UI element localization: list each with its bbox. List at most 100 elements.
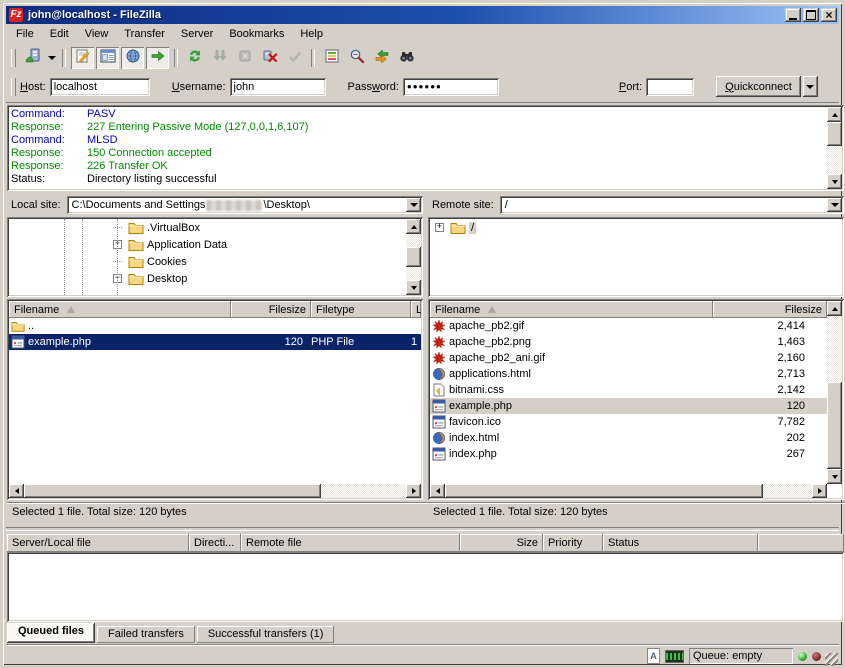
folder-icon	[128, 255, 144, 268]
menu-item-view[interactable]: View	[77, 26, 117, 42]
redacted-username	[206, 200, 262, 211]
filter-button[interactable]	[320, 47, 343, 69]
port-input[interactable]	[646, 78, 694, 96]
file-row[interactable]: example.php120	[430, 398, 827, 414]
remote-site-combobox[interactable]: /	[500, 196, 844, 214]
php-file-icon	[11, 335, 25, 349]
file-row[interactable]: index.php267	[430, 446, 827, 462]
sort-ascending-icon	[488, 306, 496, 313]
file-name: example.php	[28, 336, 91, 348]
tab-successful-transfers-[interactable]: Successful transfers (1)	[197, 626, 335, 643]
html-file-icon	[432, 367, 446, 381]
disconnect-button[interactable]	[258, 47, 281, 69]
menu-item-server[interactable]: Server	[173, 26, 221, 42]
remote-directory-tree: + /	[428, 217, 844, 297]
username-input[interactable]	[230, 78, 326, 96]
close-button[interactable]: ×	[821, 8, 837, 22]
php-file-icon	[432, 399, 446, 413]
remote-list-hscrollbar[interactable]	[430, 484, 827, 498]
local-file-list: Filename FilesizeFiletypeL ..example.php1…	[7, 299, 423, 500]
local-tree-scrollbar[interactable]	[406, 219, 421, 295]
tree-item-root[interactable]: + /	[430, 219, 842, 236]
menu-item-help[interactable]: Help	[292, 26, 331, 42]
quickconnect-dropdown-button[interactable]	[803, 76, 818, 97]
queue-column-directi-[interactable]: Directi...	[189, 534, 241, 552]
tree-item[interactable]: −Desktop	[9, 270, 421, 287]
queue-column-label: Server/Local file	[12, 537, 91, 549]
quickconnect-button[interactable]: Quickconnect	[716, 76, 801, 97]
local-site-combobox[interactable]: C:\Documents and Settings\Desktop\	[67, 196, 423, 214]
column-header-filename[interactable]: Filename	[430, 301, 713, 318]
file-row[interactable]: apache_pb2.png1,463	[430, 334, 827, 350]
remote-site-dropdown-icon[interactable]	[827, 198, 842, 212]
tree-item[interactable]: .VirtualBox	[9, 219, 421, 236]
tab-queued-files[interactable]: Queued files	[7, 623, 95, 643]
message-log-scrollbar[interactable]	[827, 107, 842, 189]
queue-column-priority[interactable]: Priority	[543, 534, 603, 552]
queue-column-server-local-file[interactable]: Server/Local file	[7, 534, 189, 552]
queue-column-remote-file[interactable]: Remote file	[241, 534, 460, 552]
menu-item-bookmarks[interactable]: Bookmarks	[221, 26, 292, 42]
directory-comparison-button[interactable]	[345, 47, 368, 69]
queue-column-label: Status	[608, 537, 639, 549]
reconnect-button[interactable]	[283, 47, 306, 69]
file-name: example.php	[449, 400, 512, 412]
file-row[interactable]: example.php120PHP File1	[9, 334, 421, 350]
queue-column-status[interactable]: Status	[603, 534, 758, 552]
tree-item[interactable]: +Application Data	[9, 236, 421, 253]
file-row[interactable]: applications.html2,713	[430, 366, 827, 382]
file-name: applications.html	[449, 368, 531, 380]
cancel-operation-button[interactable]	[233, 47, 256, 69]
file-row[interactable]: apache_pb2_ani.gif2,160	[430, 350, 827, 366]
encryption-status-icon	[665, 650, 684, 663]
toggle-message-log-icon	[75, 48, 91, 67]
column-header-filesize[interactable]: Filesize	[231, 301, 311, 318]
file-row[interactable]: bitnami.css2,142	[430, 382, 827, 398]
file-name-cell: index.php	[430, 447, 713, 461]
remote-list-vscrollbar[interactable]	[827, 301, 842, 484]
toggle-transfer-queue-button[interactable]	[146, 47, 169, 69]
process-queue-button[interactable]	[208, 47, 231, 69]
menu-item-file[interactable]: File	[8, 26, 42, 42]
tree-item-label: .VirtualBox	[147, 222, 200, 234]
local-site-dropdown-icon[interactable]	[406, 198, 421, 212]
site-manager-dropdown-button[interactable]	[45, 47, 58, 69]
column-header-filesize[interactable]: Filesize	[713, 301, 827, 318]
column-header-l[interactable]: L	[411, 301, 421, 318]
column-header-filetype[interactable]: Filetype	[311, 301, 411, 318]
site-manager-button[interactable]	[21, 47, 44, 69]
expander-icon[interactable]: +	[435, 223, 444, 232]
tree-item[interactable]: Cookies	[9, 253, 421, 270]
file-name: index.html	[449, 432, 499, 444]
queue-status-field: Queue: empty	[689, 648, 793, 664]
queue-column-size[interactable]: Size	[460, 534, 543, 552]
toggle-local-tree-button[interactable]	[96, 47, 119, 69]
toolbar-grip[interactable]	[11, 49, 16, 67]
quickconnect-grip[interactable]	[11, 78, 16, 96]
password-input[interactable]	[403, 78, 499, 96]
minimize-button[interactable]	[785, 8, 801, 22]
file-row[interactable]: ..	[9, 318, 421, 334]
file-name-cell: ..	[9, 319, 231, 333]
log-line-type: Command:	[11, 108, 87, 121]
resize-grip[interactable]	[825, 653, 838, 666]
tab-failed-transfers[interactable]: Failed transfers	[97, 626, 195, 643]
queue-column-blank[interactable]	[758, 534, 844, 552]
file-row[interactable]: apache_pb2.gif2,414	[430, 318, 827, 334]
sync-browsing-button[interactable]	[370, 47, 393, 69]
column-header-filename[interactable]: Filename	[9, 301, 231, 318]
find-files-button[interactable]	[395, 47, 418, 69]
toggle-remote-tree-button[interactable]	[121, 47, 144, 69]
menu-item-edit[interactable]: Edit	[42, 26, 77, 42]
maximize-button[interactable]	[803, 8, 819, 22]
column-header-label: Filename	[14, 304, 59, 316]
toggle-local-tree-icon	[100, 48, 116, 67]
refresh-button[interactable]	[183, 47, 206, 69]
menu-item-transfer[interactable]: Transfer	[116, 26, 173, 42]
toggle-message-log-button[interactable]	[71, 47, 94, 69]
tree-lead: +	[113, 240, 126, 249]
host-input[interactable]	[50, 78, 150, 96]
file-row[interactable]: favicon.ico7,782	[430, 414, 827, 430]
file-row[interactable]: index.html202	[430, 430, 827, 446]
local-list-hscrollbar[interactable]	[9, 484, 421, 498]
